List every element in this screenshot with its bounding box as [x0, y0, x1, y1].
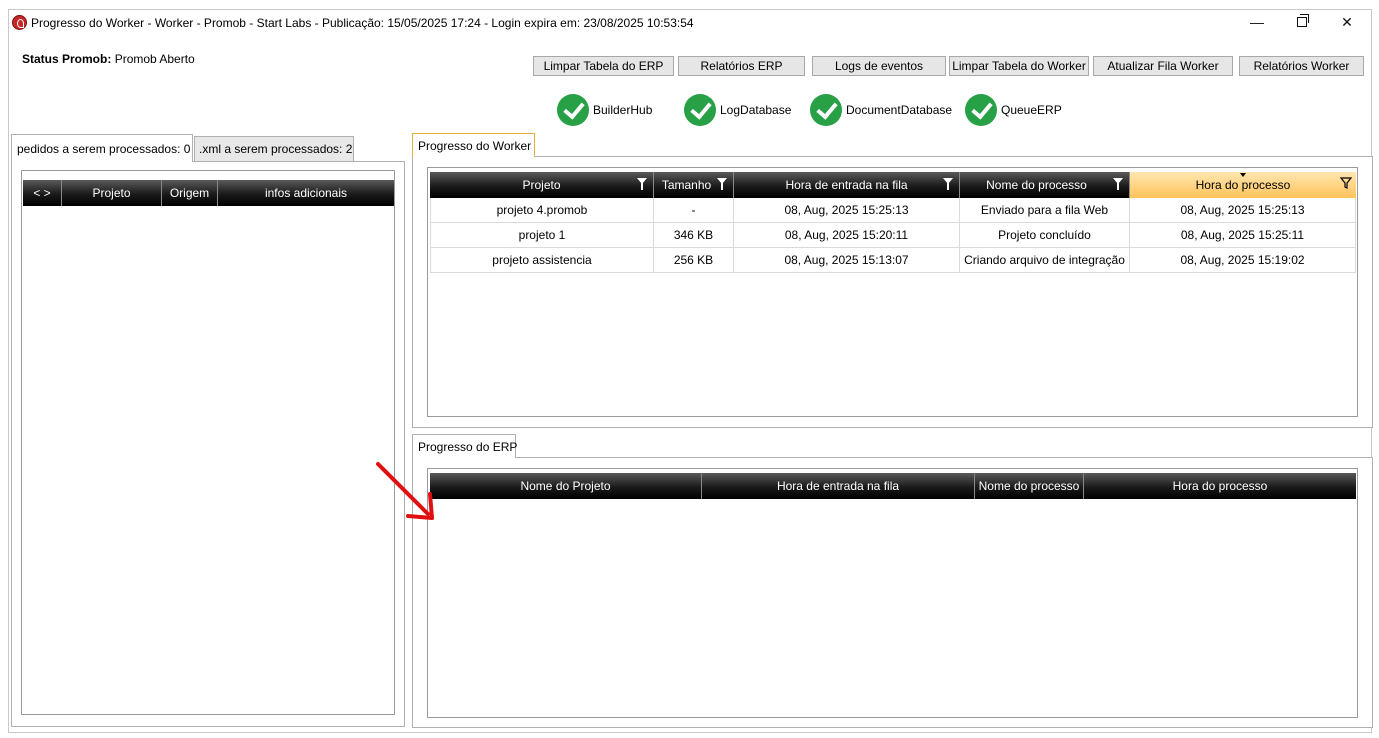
worker-grid-header: Projeto Tamanho Hora de entrada na fila …: [430, 172, 1356, 198]
check-circle-icon: [810, 94, 842, 126]
cell-tamanho: 256 KB: [654, 248, 734, 273]
service-label: LogDatabase: [720, 103, 792, 117]
close-button[interactable]: ✕: [1325, 10, 1369, 34]
cell-projeto: projeto 4.promob: [430, 198, 654, 223]
service-label: BuilderHub: [593, 103, 653, 117]
restore-icon: [1297, 14, 1309, 27]
cell-hora: 08, Aug, 2025 15:19:02: [1130, 248, 1356, 273]
filter-active-icon[interactable]: [1340, 177, 1352, 189]
tab-pedidos[interactable]: pedidos a serem processados: 0: [11, 134, 193, 162]
title-bar[interactable]: Progresso do Worker - Worker - Promob - …: [9, 10, 1371, 36]
column-header-origem[interactable]: Origem: [162, 180, 218, 206]
cell-entrada: 08, Aug, 2025 15:13:07: [734, 248, 960, 273]
filter-icon[interactable]: [943, 178, 953, 190]
check-circle-icon: [557, 94, 589, 126]
worker-grid[interactable]: Projeto Tamanho Hora de entrada na fila …: [427, 167, 1358, 417]
tab-progresso-worker[interactable]: Progresso do Worker: [412, 133, 535, 157]
sort-descending-icon: [1240, 173, 1246, 177]
erp-grid[interactable]: Nome do Projeto Hora de entrada na fila …: [427, 468, 1358, 718]
column-header-projeto[interactable]: Projeto: [430, 172, 654, 198]
column-header-label: Hora de entrada na fila: [785, 178, 908, 192]
tab-progresso-erp[interactable]: Progresso do ERP: [412, 434, 517, 458]
limpar-tabela-erp-button[interactable]: Limpar Tabela do ERP: [533, 56, 674, 76]
column-header-hora-processo[interactable]: Hora do processo: [1084, 473, 1356, 499]
promob-status: Status Promob: Promob Aberto: [22, 52, 195, 66]
cell-projeto: projeto 1: [430, 223, 654, 248]
minimize-icon: —: [1250, 14, 1264, 30]
minimize-button[interactable]: —: [1235, 10, 1279, 34]
column-header-projeto[interactable]: Projeto: [62, 180, 162, 206]
column-header-label: Tamanho: [661, 178, 712, 192]
filter-icon[interactable]: [1113, 178, 1123, 190]
cell-entrada: 08, Aug, 2025 15:20:11: [734, 223, 960, 248]
column-header-label: Projeto: [522, 178, 561, 192]
status-value: Promob Aberto: [114, 52, 195, 66]
cell-processo: Enviado para a fila Web: [960, 198, 1130, 223]
column-header-hora-processo[interactable]: Hora do processo: [1130, 172, 1356, 198]
table-row[interactable]: projeto assistencia 256 KB 08, Aug, 2025…: [430, 248, 1356, 273]
pedidos-grid-header: < > Projeto Origem infos adicionais: [23, 180, 394, 206]
filter-icon[interactable]: [717, 178, 727, 190]
service-queueerp: QueueERP: [965, 94, 1062, 126]
column-header-label: Hora do processo: [1195, 178, 1291, 192]
cell-entrada: 08, Aug, 2025 15:25:13: [734, 198, 960, 223]
cell-processo: Criando arquivo de integração: [960, 248, 1130, 273]
close-icon: ✕: [1341, 13, 1353, 30]
service-builderhub: BuilderHub: [557, 94, 652, 126]
annotation-arrow-icon: [376, 462, 434, 520]
column-header-nome-processo[interactable]: Nome do processo: [960, 172, 1130, 198]
column-header-entrada[interactable]: Hora de entrada na fila: [702, 473, 975, 499]
erp-grid-header: Nome do Projeto Hora de entrada na fila …: [430, 473, 1356, 499]
tab-xml[interactable]: .xml a serem processados: 2: [194, 136, 354, 162]
column-header-tamanho[interactable]: Tamanho: [654, 172, 734, 198]
column-header-label: Nome do processo: [986, 178, 1087, 192]
column-header-infos[interactable]: infos adicionais: [218, 180, 394, 206]
erp-panel: Nome do Projeto Hora de entrada na fila …: [412, 457, 1373, 728]
window-title: Progresso do Worker - Worker - Promob - …: [31, 16, 694, 30]
cell-hora: 08, Aug, 2025 15:25:11: [1130, 223, 1356, 248]
pedidos-panel: < > Projeto Origem infos adicionais: [11, 161, 405, 727]
cell-hora: 08, Aug, 2025 15:25:13: [1130, 198, 1356, 223]
cell-tamanho: 346 KB: [654, 223, 734, 248]
maximize-button[interactable]: [1280, 10, 1324, 34]
cell-processo: Projeto concluído: [960, 223, 1130, 248]
app-logo-icon: [12, 15, 27, 30]
column-header-nome-processo[interactable]: Nome do processo: [975, 473, 1084, 499]
logs-eventos-button[interactable]: Logs de eventos: [812, 56, 946, 76]
table-row[interactable]: projeto 4.promob - 08, Aug, 2025 15:25:1…: [430, 198, 1356, 223]
filter-icon[interactable]: [637, 178, 647, 190]
service-label: QueueERP: [1001, 103, 1062, 117]
cell-projeto: projeto assistencia: [430, 248, 654, 273]
column-header-entrada[interactable]: Hora de entrada na fila: [734, 172, 960, 198]
status-label: Status Promob:: [22, 52, 112, 66]
service-documentdatabase: DocumentDatabase: [810, 94, 952, 126]
check-circle-icon: [684, 94, 716, 126]
column-header-nome-projeto[interactable]: Nome do Projeto: [430, 473, 702, 499]
cell-tamanho: -: [654, 198, 734, 223]
app-window: Progresso do Worker - Worker - Promob - …: [8, 9, 1373, 733]
atualizar-fila-worker-button[interactable]: Atualizar Fila Worker: [1093, 56, 1233, 76]
limpar-tabela-worker-button[interactable]: Limpar Tabela do Worker: [949, 56, 1089, 76]
column-header-expand[interactable]: < >: [23, 180, 62, 206]
service-logdatabase: LogDatabase: [684, 94, 791, 126]
service-label: DocumentDatabase: [846, 103, 953, 117]
check-circle-icon: [965, 94, 997, 126]
relatorios-erp-button[interactable]: Relatórios ERP: [678, 56, 805, 76]
pedidos-grid[interactable]: < > Projeto Origem infos adicionais: [21, 170, 395, 715]
relatorios-worker-button[interactable]: Relatórios Worker: [1239, 56, 1364, 76]
table-row[interactable]: projeto 1 346 KB 08, Aug, 2025 15:20:11 …: [430, 223, 1356, 248]
worker-panel: Projeto Tamanho Hora de entrada na fila …: [412, 156, 1373, 428]
